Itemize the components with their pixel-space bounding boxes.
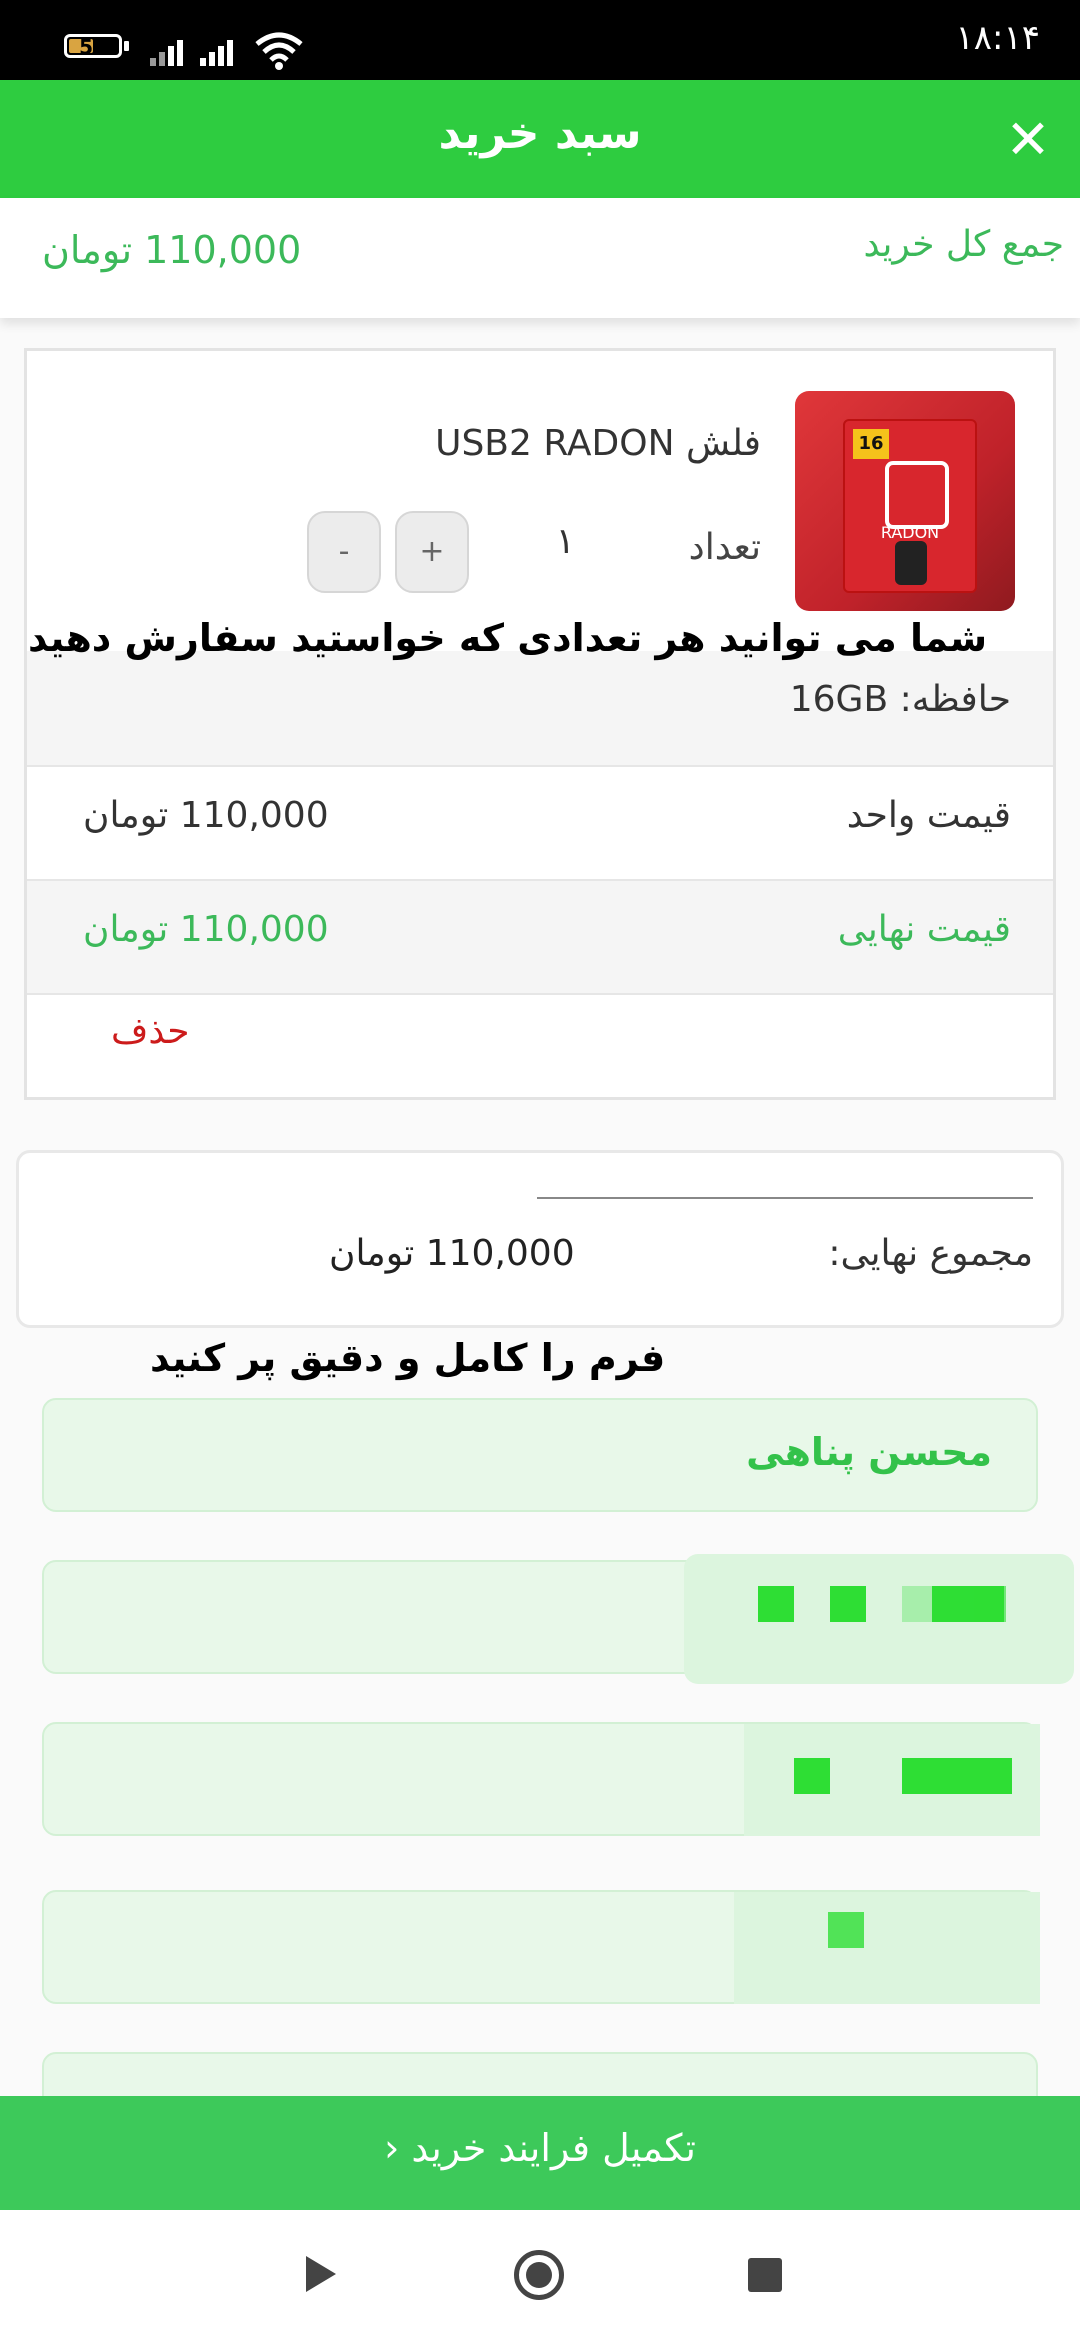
product-image: 16 RADON (795, 391, 1015, 611)
spec-memory: حافظه: 16GB (789, 679, 1011, 720)
signal-icon-2 (200, 36, 240, 66)
brand-logo-icon (885, 461, 949, 529)
name-field[interactable]: محسن پناهی (42, 1398, 1038, 1512)
recent-square-icon[interactable] (748, 2258, 782, 2292)
battery-icon: 52 (64, 34, 122, 59)
quantity-decrease-button[interactable]: - (307, 511, 381, 593)
product-name: فلش USB2 RADON (435, 423, 761, 464)
delete-item-link[interactable]: حذف (111, 1011, 189, 1052)
final-price-label: قیمت نهایی (837, 909, 1011, 950)
postal-code-field[interactable] (42, 1722, 1040, 1836)
brand-text: RADON (880, 523, 940, 542)
back-triangle-icon[interactable] (306, 2256, 336, 2292)
phone-field[interactable] (42, 1554, 1074, 1684)
name-field-value: محسن پناهی (746, 1430, 992, 1474)
quantity-increase-button[interactable]: + (395, 511, 469, 593)
form-instruction: فرم را کامل و دقیق پر کنید (150, 1336, 666, 1380)
unit-price-value: 110,000 تومان (83, 795, 329, 836)
status-time: ۱۸:۱۴ (955, 18, 1040, 58)
summary-label: مجموع نهایی: (828, 1233, 1033, 1274)
home-circle-icon[interactable] (514, 2250, 564, 2300)
status-bar: 52 ۱۸:۱۴ (0, 0, 1080, 80)
cart-total-bar: جمع کل خرید 110,000 تومان (0, 198, 1080, 318)
order-summary: مجموع نهایی: 110,000 تومان (16, 1150, 1064, 1328)
unit-price-label: قیمت واحد (846, 795, 1011, 836)
unit-price-row: قیمت واحد 110,000 تومان (27, 767, 1053, 879)
final-price-row: قیمت نهایی 110,000 تومان (27, 881, 1053, 993)
checkout-button[interactable]: تکمیل فرایند خرید ‹ (0, 2096, 1080, 2210)
quantity-label: تعداد (688, 527, 761, 568)
battery-level: 52 (79, 35, 107, 59)
page-title: سبد خرید (438, 108, 642, 159)
wifi-icon (255, 32, 303, 70)
divider (27, 993, 1053, 995)
city-field[interactable] (42, 1890, 1040, 2004)
capacity-badge: 16 (853, 429, 889, 459)
quantity-note: شما می توانید هر تعدادی که خواستید سفارش… (28, 616, 988, 660)
summary-value: 110,000 تومان (329, 1233, 575, 1274)
usb-drive-icon (895, 541, 927, 585)
system-nav-bar (0, 2210, 1080, 2340)
cart-total-value: 110,000 تومان (42, 228, 302, 272)
signal-icon (150, 36, 190, 66)
final-price-value: 110,000 تومان (83, 909, 329, 950)
app-header: ✕ سبد خرید (0, 80, 1080, 198)
checkout-label: تکمیل فرایند خرید ‹ (384, 2126, 696, 2170)
summary-divider (537, 1197, 1033, 1199)
spec-row: حافظه: 16GB (27, 651, 1053, 765)
quantity-value: ۱ (555, 521, 575, 562)
cart-total-label: جمع کل خرید (863, 224, 1064, 265)
cart-item-card: 16 RADON فلش USB2 RADON تعداد ۱ + - حافظ… (24, 348, 1056, 1100)
